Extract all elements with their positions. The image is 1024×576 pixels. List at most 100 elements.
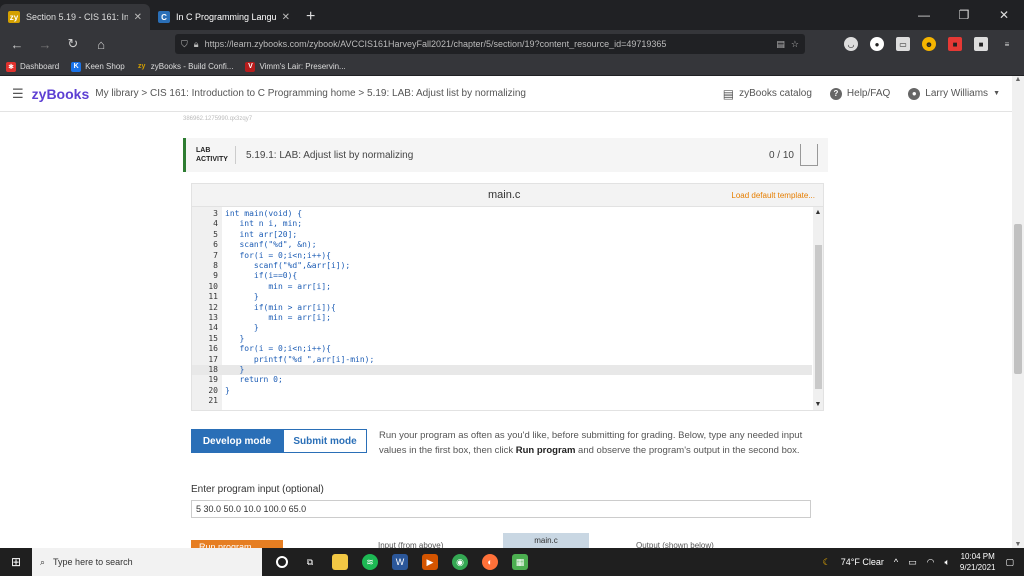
editor-scrollbar-thumb[interactable] xyxy=(815,245,822,389)
task-view-icon[interactable]: ⧉ xyxy=(302,554,318,570)
notification-icon[interactable]: ▢ xyxy=(1005,557,1014,568)
code-text[interactable]: return 0; xyxy=(225,375,282,385)
wifi-icon[interactable]: ◠ xyxy=(927,557,935,568)
editor-scroll-up-icon[interactable]: ▲ xyxy=(813,209,823,216)
help-faq-link[interactable]: ? Help/FAQ xyxy=(829,87,890,100)
code-line[interactable]: 16 for(i = 0;i<n;i++){ xyxy=(192,344,812,354)
code-line[interactable]: 4 int n i, min; xyxy=(192,219,812,229)
code-line[interactable]: 5 int arr[20]; xyxy=(192,230,812,240)
close-tab-icon[interactable]: ✕ xyxy=(134,12,142,23)
zybooks-logo[interactable]: zyBooks xyxy=(32,86,90,102)
hamburger-menu-icon[interactable]: ☰ xyxy=(12,86,24,102)
page-scrollbar[interactable]: ▲ ▼ xyxy=(1012,76,1024,548)
submit-mode-button[interactable]: Submit mode xyxy=(283,429,367,453)
code-line[interactable]: 3 int main(void) { xyxy=(192,209,812,219)
bookmark-vimms-lair[interactable]: V Vimm's Lair: Preservin... xyxy=(245,61,346,72)
word-icon[interactable]: W xyxy=(392,554,408,570)
taskbar-search[interactable]: ⌕ Type here to search xyxy=(32,548,262,576)
bookmark-keen-shop[interactable]: K Keen Shop xyxy=(71,61,125,72)
close-window-icon[interactable]: ✕ xyxy=(984,0,1024,30)
spotify-icon[interactable]: ≋ xyxy=(362,554,378,570)
browser-tab-c-language[interactable]: C In C Programming Language 5.1 ✕ xyxy=(150,4,298,30)
breadcrumb[interactable]: My library > CIS 161: Introduction to C … xyxy=(95,88,526,99)
volume-icon[interactable]: 🔈︎ xyxy=(944,557,949,568)
run-program-button[interactable]: Run program xyxy=(191,540,283,548)
code-line[interactable]: 20} xyxy=(192,386,812,396)
emoji-extension-icon[interactable]: ☻ xyxy=(922,37,936,51)
code-line[interactable]: 9 if(i==0){ xyxy=(192,271,812,281)
windows-start-icon[interactable]: ⊞ xyxy=(0,548,32,576)
pocket-icon[interactable]: ◡ xyxy=(844,37,858,51)
code-line[interactable]: 7 for(i = 0;i<n;i++){ xyxy=(192,251,812,261)
new-tab-button[interactable]: + xyxy=(298,8,323,30)
code-text[interactable]: for(i = 0;i<n;i++){ xyxy=(225,344,331,354)
battery-icon[interactable]: ▭ xyxy=(908,557,917,568)
zybooks-catalog-link[interactable]: ▤ zyBooks catalog xyxy=(723,87,812,101)
code-text[interactable]: printf("%d ",arr[i]-min); xyxy=(225,355,374,365)
user-menu[interactable]: ● Larry Williams ▼ xyxy=(908,87,1000,100)
minimize-icon[interactable]: — xyxy=(904,0,944,30)
code-line[interactable]: 19 return 0; xyxy=(192,375,812,385)
code-text[interactable]: scanf("%d", &n); xyxy=(225,240,316,250)
system-clock[interactable]: 10:04 PM 9/21/2021 xyxy=(960,551,996,573)
media-app-icon[interactable]: ▶ xyxy=(422,554,438,570)
code-line[interactable]: 21 xyxy=(192,396,812,406)
code-text[interactable]: int n i, min; xyxy=(225,219,302,229)
menu-icon[interactable]: ≡ xyxy=(1000,37,1014,51)
file-explorer-icon[interactable] xyxy=(332,554,348,570)
home-icon[interactable]: ⌂ xyxy=(92,37,110,52)
code-text[interactable]: min = arr[i]; xyxy=(225,282,331,292)
reload-icon[interactable]: ↻ xyxy=(64,36,82,52)
close-tab-icon[interactable]: ✕ xyxy=(282,12,290,23)
chrome-icon[interactable]: ◉ xyxy=(452,554,468,570)
code-text[interactable]: } xyxy=(225,323,259,333)
extension-gray-icon[interactable]: ■ xyxy=(974,37,988,51)
cortana-icon[interactable] xyxy=(276,556,288,568)
code-text[interactable]: } xyxy=(225,334,244,344)
reader-view-icon[interactable]: ▤ xyxy=(776,39,785,50)
code-text[interactable]: } xyxy=(225,292,259,302)
browser-tab-zybooks[interactable]: zy Section 5.19 - CIS 161: Introduct ✕ xyxy=(0,4,150,30)
scroll-down-icon[interactable]: ▼ xyxy=(1012,541,1024,548)
code-text[interactable]: scanf("%d",&arr[i]); xyxy=(225,261,350,271)
code-line[interactable]: 13 min = arr[i]; xyxy=(192,313,812,323)
code-text[interactable]: min = arr[i]; xyxy=(225,313,331,323)
code-line[interactable]: 11 } xyxy=(192,292,812,302)
code-text[interactable]: } xyxy=(225,386,230,396)
code-line[interactable]: 18 } xyxy=(192,365,812,376)
bookmark-zybooks[interactable]: zy zyBooks - Build Confi... xyxy=(137,62,233,72)
develop-mode-button[interactable]: Develop mode xyxy=(191,429,283,453)
scrollbar-thumb[interactable] xyxy=(1014,224,1022,374)
code-text[interactable]: int arr[20]; xyxy=(225,230,297,240)
code-text[interactable]: } xyxy=(225,365,244,375)
code-text[interactable]: if(min > arr[i]){ xyxy=(225,303,336,313)
bookmark-dashboard[interactable]: ✱ Dashboard xyxy=(6,61,59,72)
extension-red-icon[interactable]: ■ xyxy=(948,37,962,51)
bookmark-star-icon[interactable]: ☆ xyxy=(791,39,799,50)
back-icon[interactable]: ← xyxy=(8,37,26,52)
weather-text[interactable]: 74°F Clear xyxy=(841,557,884,567)
load-default-template-link[interactable]: Load default template... xyxy=(731,191,815,200)
code-text[interactable]: int main(void) { xyxy=(225,209,302,219)
code-editor[interactable]: 3 int main(void) {4 int n i, min; 5 int ar… xyxy=(191,207,824,411)
firefox-icon[interactable]: ◐ xyxy=(482,554,498,570)
maximize-icon[interactable]: ❐ xyxy=(944,0,984,30)
code-line[interactable]: 14 } xyxy=(192,323,812,333)
scroll-up-icon[interactable]: ▲ xyxy=(1012,76,1024,83)
editor-scrollbar[interactable]: ▲ ▼ xyxy=(813,207,823,410)
program-input-field[interactable] xyxy=(191,500,811,518)
extension-cast-icon[interactable]: ▭ xyxy=(896,37,910,51)
address-bar[interactable]: ⛉ 🔒︎ https://learn.zybooks.com/zybook/AV… xyxy=(175,34,805,54)
editor-scroll-down-icon[interactable]: ▼ xyxy=(813,401,823,408)
code-text[interactable]: for(i = 0;i<n;i++){ xyxy=(225,251,331,261)
code-line[interactable]: 17 printf("%d ",arr[i]-min); xyxy=(192,355,812,365)
code-line[interactable]: 12 if(min > arr[i]){ xyxy=(192,303,812,313)
code-line[interactable]: 15 } xyxy=(192,334,812,344)
game-launcher-icon[interactable]: ▦ xyxy=(512,554,528,570)
tray-chevron-icon[interactable]: ^ xyxy=(894,557,898,567)
extension-dark-icon[interactable]: ● xyxy=(870,37,884,51)
forward-icon[interactable]: → xyxy=(36,37,54,52)
code-line[interactable]: 10 min = arr[i]; xyxy=(192,282,812,292)
code-line[interactable]: 6 scanf("%d", &n); xyxy=(192,240,812,250)
code-text[interactable]: if(i==0){ xyxy=(225,271,297,281)
